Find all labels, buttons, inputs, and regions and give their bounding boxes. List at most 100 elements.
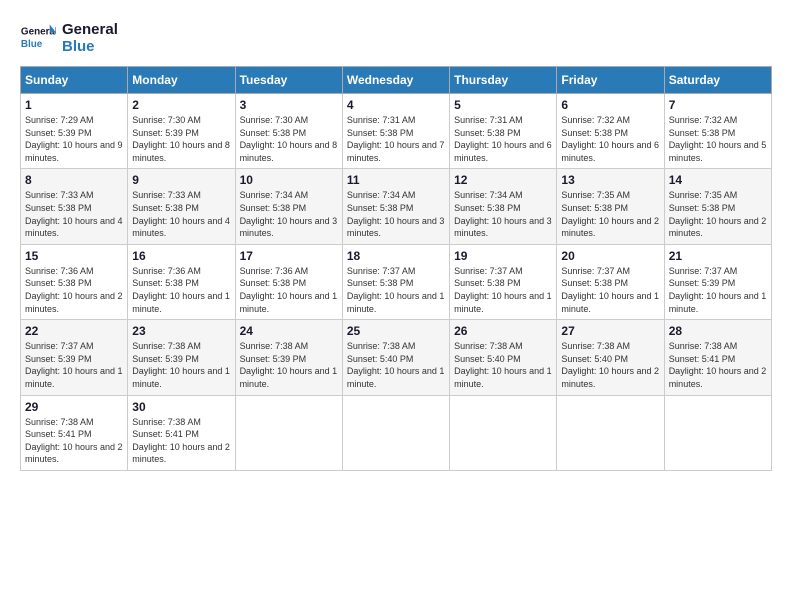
day-number-23: 23 <box>132 324 230 338</box>
day-cell-27: 27Sunrise: 7:38 AMSunset: 5:40 PMDayligh… <box>557 320 664 395</box>
day-cell-6: 6 Sunrise: 7:32 AMSunset: 5:38 PMDaylight… <box>557 94 664 169</box>
week-row-4: 22Sunrise: 7:37 AMSunset: 5:39 PMDayligh… <box>21 320 772 395</box>
week-row-5: 29 Sunrise: 7:38 AMSunset: 5:41 PMDayligh… <box>21 395 772 470</box>
header: General Blue GeneralBlue <box>20 20 772 56</box>
day-number-12: 12 <box>454 173 552 187</box>
day-number-20: 20 <box>561 249 659 263</box>
day-cell-12: 12 Sunrise: 7:34 AMSunset: 5:38 PMDayligh… <box>450 169 557 244</box>
day-info-14: Sunrise: 7:35 AMSunset: 5:38 PMDaylight:… <box>669 189 767 239</box>
day-number-17: 17 <box>240 249 338 263</box>
day-number-18: 18 <box>347 249 445 263</box>
day-number-9: 9 <box>132 173 230 187</box>
day-number-22: 22 <box>25 324 123 338</box>
day-info-2: Sunrise: 7:30 AMSunset: 5:39 PMDaylight:… <box>132 114 230 164</box>
week-row-2: 8 Sunrise: 7:33 AMSunset: 5:38 PMDaylight… <box>21 169 772 244</box>
day-cell-19: 19 Sunrise: 7:37 AMSunset: 5:38 PMDayligh… <box>450 244 557 319</box>
day-cell-30: 30Sunrise: 7:38 AMSunset: 5:41 PMDayligh… <box>128 395 235 470</box>
day-cell-18: 18 Sunrise: 7:37 AMSunset: 5:38 PMDayligh… <box>342 244 449 319</box>
day-number-21: 21 <box>669 249 767 263</box>
day-number-6: 6 <box>561 98 659 112</box>
day-number-8: 8 <box>25 173 123 187</box>
day-cell-24: 24 Sunrise: 7:38 AMSunset: 5:39 PMDayligh… <box>235 320 342 395</box>
day-info-19: Sunrise: 7:37 AMSunset: 5:38 PMDaylight:… <box>454 265 552 315</box>
svg-text:Blue: Blue <box>21 39 43 50</box>
day-info-11: Sunrise: 7:34 AMSunset: 5:38 PMDaylight:… <box>347 189 445 239</box>
weekday-header-sunday: Sunday <box>21 67 128 94</box>
day-cell-17: 17 Sunrise: 7:36 AMSunset: 5:38 PMDayligh… <box>235 244 342 319</box>
day-cell-23: 23 Sunrise: 7:38 AMSunset: 5:39 PMDayligh… <box>128 320 235 395</box>
day-info-6: Sunrise: 7:32 AMSunset: 5:38 PMDaylight:… <box>561 114 659 164</box>
day-number-27: 27 <box>561 324 659 338</box>
day-info-24: Sunrise: 7:38 AMSunset: 5:39 PMDaylight:… <box>240 340 338 390</box>
day-info-10: Sunrise: 7:34 AMSunset: 5:38 PMDaylight:… <box>240 189 338 239</box>
logo-text: GeneralBlue <box>62 21 118 55</box>
day-number-14: 14 <box>669 173 767 187</box>
day-cell-3: 3 Sunrise: 7:30 AMSunset: 5:38 PMDaylight… <box>235 94 342 169</box>
day-cell-13: 13 Sunrise: 7:35 AMSunset: 5:38 PMDayligh… <box>557 169 664 244</box>
day-info-16: Sunrise: 7:36 AMSunset: 5:38 PMDaylight:… <box>132 265 230 315</box>
day-info-21: Sunrise: 7:37 AMSunset: 5:39 PMDaylight:… <box>669 265 767 315</box>
day-number-15: 15 <box>25 249 123 263</box>
weekday-header-row: SundayMondayTuesdayWednesdayThursdayFrid… <box>21 67 772 94</box>
day-number-5: 5 <box>454 98 552 112</box>
day-cell-20: 20 Sunrise: 7:37 AMSunset: 5:38 PMDayligh… <box>557 244 664 319</box>
day-number-13: 13 <box>561 173 659 187</box>
day-number-10: 10 <box>240 173 338 187</box>
day-info-17: Sunrise: 7:36 AMSunset: 5:38 PMDaylight:… <box>240 265 338 315</box>
day-cell-21: 21 Sunrise: 7:37 AMSunset: 5:39 PMDayligh… <box>664 244 771 319</box>
day-cell-8: 8 Sunrise: 7:33 AMSunset: 5:38 PMDaylight… <box>21 169 128 244</box>
empty-cell <box>235 395 342 470</box>
day-cell-10: 10 Sunrise: 7:34 AMSunset: 5:38 PMDayligh… <box>235 169 342 244</box>
day-cell-9: 9 Sunrise: 7:33 AMSunset: 5:38 PMDaylight… <box>128 169 235 244</box>
day-cell-29: 29 Sunrise: 7:38 AMSunset: 5:41 PMDayligh… <box>21 395 128 470</box>
day-cell-26: 26 Sunrise: 7:38 AMSunset: 5:40 PMDayligh… <box>450 320 557 395</box>
calendar: SundayMondayTuesdayWednesdayThursdayFrid… <box>20 66 772 471</box>
day-info-29: Sunrise: 7:38 AMSunset: 5:41 PMDaylight:… <box>25 416 123 466</box>
week-row-3: 15 Sunrise: 7:36 AMSunset: 5:38 PMDayligh… <box>21 244 772 319</box>
day-info-23: Sunrise: 7:38 AMSunset: 5:39 PMDaylight:… <box>132 340 230 390</box>
weekday-header-thursday: Thursday <box>450 67 557 94</box>
logo: General Blue GeneralBlue <box>20 20 118 56</box>
day-info-3: Sunrise: 7:30 AMSunset: 5:38 PMDaylight:… <box>240 114 338 164</box>
day-info-20: Sunrise: 7:37 AMSunset: 5:38 PMDaylight:… <box>561 265 659 315</box>
day-cell-5: 5Sunrise: 7:31 AMSunset: 5:38 PMDaylight… <box>450 94 557 169</box>
day-info-12: Sunrise: 7:34 AMSunset: 5:38 PMDaylight:… <box>454 189 552 239</box>
weekday-header-saturday: Saturday <box>664 67 771 94</box>
day-number-30: 30 <box>132 400 230 414</box>
logo-icon: General Blue <box>20 20 56 56</box>
day-number-2: 2 <box>132 98 230 112</box>
day-number-16: 16 <box>132 249 230 263</box>
day-number-25: 25 <box>347 324 445 338</box>
day-number-3: 3 <box>240 98 338 112</box>
day-cell-7: 7Sunrise: 7:32 AMSunset: 5:38 PMDaylight… <box>664 94 771 169</box>
day-number-26: 26 <box>454 324 552 338</box>
day-info-15: Sunrise: 7:36 AMSunset: 5:38 PMDaylight:… <box>25 265 123 315</box>
weekday-header-monday: Monday <box>128 67 235 94</box>
day-info-1: Sunrise: 7:29 AMSunset: 5:39 PMDaylight:… <box>25 114 123 164</box>
weekday-header-tuesday: Tuesday <box>235 67 342 94</box>
day-number-4: 4 <box>347 98 445 112</box>
day-number-19: 19 <box>454 249 552 263</box>
day-cell-1: 1 Sunrise: 7:29 AMSunset: 5:39 PMDaylight… <box>21 94 128 169</box>
day-info-13: Sunrise: 7:35 AMSunset: 5:38 PMDaylight:… <box>561 189 659 239</box>
day-cell-4: 4 Sunrise: 7:31 AMSunset: 5:38 PMDaylight… <box>342 94 449 169</box>
week-row-1: 1 Sunrise: 7:29 AMSunset: 5:39 PMDaylight… <box>21 94 772 169</box>
day-info-28: Sunrise: 7:38 AMSunset: 5:41 PMDaylight:… <box>669 340 767 390</box>
empty-cell <box>664 395 771 470</box>
day-info-26: Sunrise: 7:38 AMSunset: 5:40 PMDaylight:… <box>454 340 552 390</box>
day-number-24: 24 <box>240 324 338 338</box>
day-number-28: 28 <box>669 324 767 338</box>
day-info-9: Sunrise: 7:33 AMSunset: 5:38 PMDaylight:… <box>132 189 230 239</box>
day-info-4: Sunrise: 7:31 AMSunset: 5:38 PMDaylight:… <box>347 114 445 164</box>
day-info-8: Sunrise: 7:33 AMSunset: 5:38 PMDaylight:… <box>25 189 123 239</box>
day-info-7: Sunrise: 7:32 AMSunset: 5:38 PMDaylight:… <box>669 114 767 164</box>
empty-cell <box>450 395 557 470</box>
day-cell-14: 14 Sunrise: 7:35 AMSunset: 5:38 PMDayligh… <box>664 169 771 244</box>
day-cell-22: 22Sunrise: 7:37 AMSunset: 5:39 PMDayligh… <box>21 320 128 395</box>
day-info-18: Sunrise: 7:37 AMSunset: 5:38 PMDaylight:… <box>347 265 445 315</box>
day-number-29: 29 <box>25 400 123 414</box>
weekday-header-wednesday: Wednesday <box>342 67 449 94</box>
day-number-1: 1 <box>25 98 123 112</box>
weekday-header-friday: Friday <box>557 67 664 94</box>
day-number-11: 11 <box>347 173 445 187</box>
